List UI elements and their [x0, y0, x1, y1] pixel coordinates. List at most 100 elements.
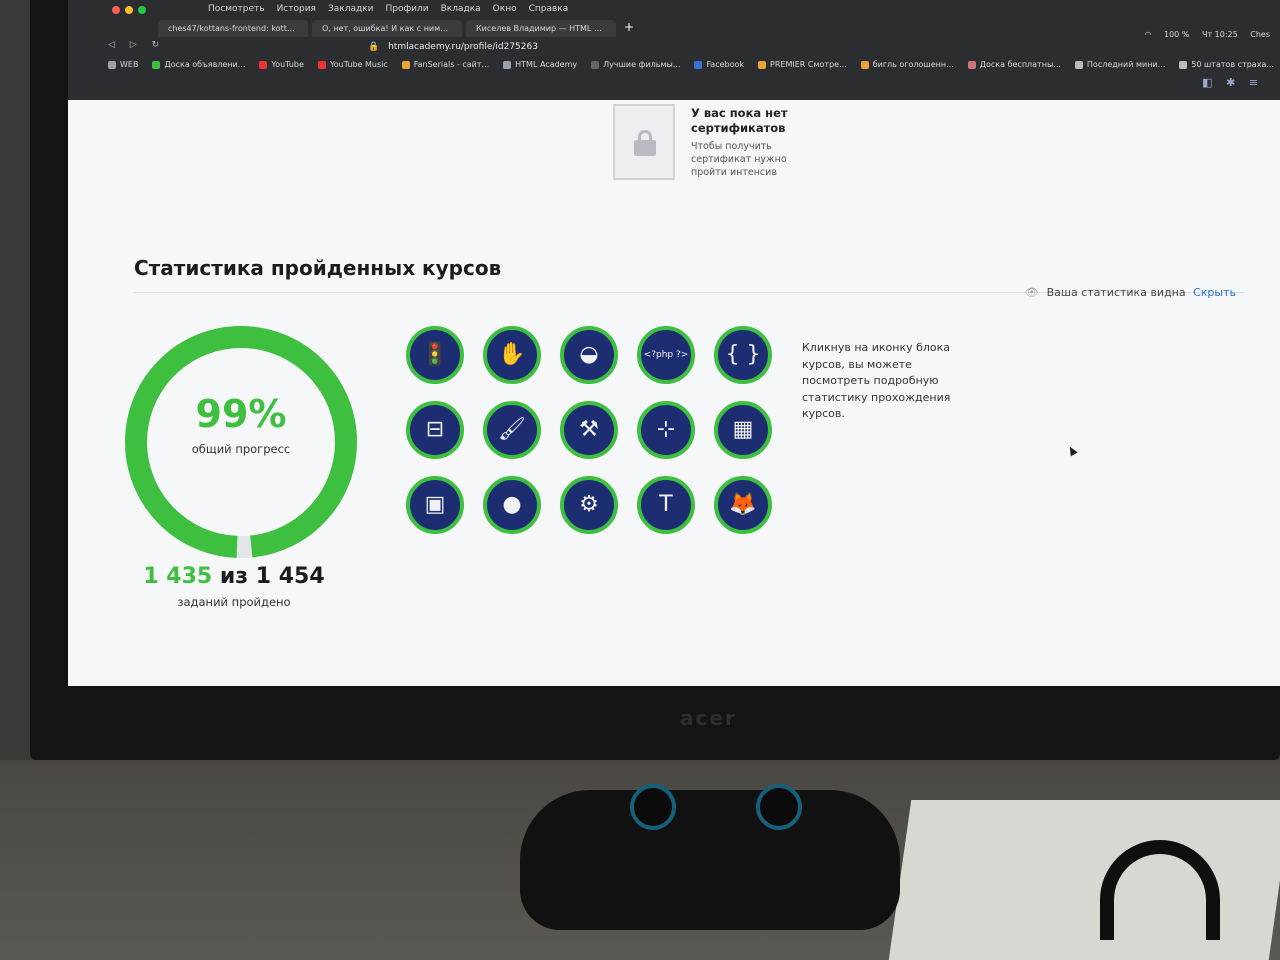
bookmark-favicon-icon [860, 60, 869, 69]
tasks-of: из [219, 564, 249, 589]
tasks-count-label: заданий пройдено [177, 595, 291, 609]
menu-item[interactable]: Справка [529, 4, 569, 14]
close-tab-icon[interactable]: × [451, 24, 458, 33]
tasks-total: 1 454 [255, 564, 325, 589]
extension-icon[interactable]: ◧ [1202, 76, 1212, 89]
menu-item[interactable]: Окно [493, 4, 517, 14]
browser-tab[interactable]: ches47/kottans-frontend: kotta × [158, 20, 308, 37]
course-badge[interactable]: ▦ [714, 401, 772, 459]
anvil-icon: ⚒ [579, 417, 599, 442]
bookmarks-bar: WEB Доска объявлени... YouTube YouTube Musi… [108, 60, 1280, 78]
user-name[interactable]: Ches [1250, 30, 1270, 39]
course-badge[interactable]: T [637, 476, 695, 534]
bookmark-favicon-icon [401, 60, 410, 69]
bookmark-item[interactable]: 50 штатов страха... [1179, 60, 1274, 69]
eye-icon: 👁 [1024, 286, 1039, 299]
progress-label: общий прогресс [191, 442, 291, 456]
profile-page: У вас пока нет сертификатов Чтобы получи… [68, 100, 1280, 680]
hide-stats-link[interactable]: Скрыть [1193, 286, 1236, 299]
screen: Посмотреть История Закладки Профили Вкладка О… [68, 0, 1280, 686]
battery-status[interactable]: 100 % [1164, 30, 1189, 39]
rubiks-cube-icon: ▦ [732, 417, 754, 442]
bookmark-item[interactable]: PREMIER Смотре... [758, 60, 847, 69]
course-badge[interactable]: ⊹ [637, 401, 695, 459]
address-bar[interactable]: 🔒 htmlacademy.ru/profile/id275263 [368, 42, 538, 52]
menu-item[interactable]: Профили [385, 4, 428, 14]
vector-path-icon: ⊹ [656, 417, 676, 442]
puzzle-icon[interactable]: ✱ [1226, 76, 1235, 89]
spinning-top-icon: ◒ [579, 342, 599, 367]
gamepad [520, 784, 900, 930]
bookmark-label: WEB [120, 60, 139, 69]
typography-t-icon: T [659, 492, 673, 517]
wifi-icon[interactable]: ◠ [1144, 30, 1151, 39]
tab-title: О, нет, ошибка! И как с ними [322, 24, 446, 33]
course-badge[interactable]: 🚦 [406, 326, 464, 384]
menu-item[interactable]: Закладки [328, 4, 374, 14]
clock[interactable]: Чт 10:25 [1202, 30, 1238, 39]
forward-icon[interactable]: ▷ [130, 40, 137, 50]
course-badge[interactable]: 🦊 [714, 476, 772, 534]
back-icon[interactable]: ◁ [108, 40, 115, 50]
menu-item[interactable]: Посмотреть [208, 4, 265, 14]
bookmark-label: FanSerials - сайт... [413, 60, 490, 69]
mouse-cursor [1066, 444, 1078, 457]
bookmark-label: YouTube Music [329, 60, 388, 69]
bookmark-item[interactable]: бигль оголошенн... [860, 60, 954, 69]
close-window-button[interactable] [112, 6, 120, 14]
bookmark-item[interactable]: FanSerials - сайт... [401, 60, 490, 69]
bookmark-favicon-icon [108, 60, 116, 69]
bookmark-item[interactable]: YouTube Music [317, 60, 388, 69]
bookmark-label: Доска бесплатны... [979, 60, 1061, 69]
bookmark-label: YouTube [271, 60, 304, 69]
url-text: htmlacademy.ru/profile/id275263 [388, 42, 538, 52]
close-tab-icon[interactable]: × [605, 24, 612, 33]
course-badge[interactable]: { } [714, 326, 772, 384]
bookmark-item[interactable]: Лучшие фильмы... [591, 60, 680, 69]
course-badge[interactable]: ⚒ [560, 401, 618, 459]
course-badge[interactable]: ▣ [406, 476, 464, 534]
course-badge[interactable]: 🖌 [483, 401, 541, 459]
bookmark-label: Лучшие фильмы... [603, 60, 681, 69]
course-badge[interactable]: ⊟ [406, 401, 464, 459]
bookmark-item[interactable]: Доска объявлени... [152, 60, 245, 69]
browser-tab[interactable]: О, нет, ошибка! И как с ними × [312, 20, 462, 37]
course-badge[interactable]: ◒ [560, 326, 618, 384]
close-tab-icon[interactable]: × [298, 24, 305, 33]
bookmark-item[interactable]: Доска бесплатны... [967, 60, 1061, 69]
bookmark-item[interactable]: Facebook [694, 60, 744, 69]
tab-strip: ches47/kottans-frontend: kotta × О, нет, о… [158, 20, 634, 42]
window-controls [112, 6, 151, 17]
bookmark-label: 50 штатов страха... [1191, 60, 1274, 69]
course-badge[interactable]: ⚙ [560, 476, 618, 534]
robot-remote-icon: ▣ [424, 492, 446, 517]
menu-item[interactable]: История [277, 4, 316, 14]
menu-icon[interactable]: ≡ [1249, 76, 1258, 89]
tab-title: ches47/kottans-frontend: kotta [168, 24, 292, 33]
stats-hint: Кликнув на иконку блока курсов, вы может… [802, 341, 951, 420]
bookmark-label: PREMIER Смотре... [770, 60, 847, 69]
bookmark-item[interactable]: YouTube [259, 60, 304, 69]
certificate-placeholder-icon [613, 104, 675, 180]
zoom-window-button[interactable] [138, 6, 146, 14]
bookmark-favicon-icon [967, 60, 976, 69]
paint-brush-icon: 🖌 [498, 417, 526, 442]
bookmark-item[interactable]: WEB [108, 60, 138, 69]
bookmark-item[interactable]: HTML Academy [503, 60, 577, 69]
visibility-text: Ваша статистика видна [1046, 286, 1186, 299]
course-badge[interactable]: <?php ?> [637, 326, 695, 384]
bookmark-favicon-icon [1074, 60, 1083, 69]
new-tab-icon[interactable]: + [624, 20, 634, 34]
lock-body [634, 140, 656, 156]
course-badge[interactable]: ✋ [483, 326, 541, 384]
reload-icon[interactable]: ↻ [152, 40, 160, 50]
browser-tab[interactable]: Киселев Владимир — HTML A × [466, 20, 616, 37]
paper-sheet [888, 800, 1280, 960]
menu-item[interactable]: Вкладка [441, 4, 481, 14]
football-field-icon: ⊟ [425, 417, 445, 442]
tasks-count: 1 435 из 1 454 [124, 564, 344, 589]
minimize-window-button[interactable] [125, 6, 133, 14]
course-badge[interactable]: ● [483, 476, 541, 534]
bookmark-item[interactable]: Последний мини... [1074, 60, 1165, 69]
bookmark-label: Facebook [706, 60, 745, 69]
